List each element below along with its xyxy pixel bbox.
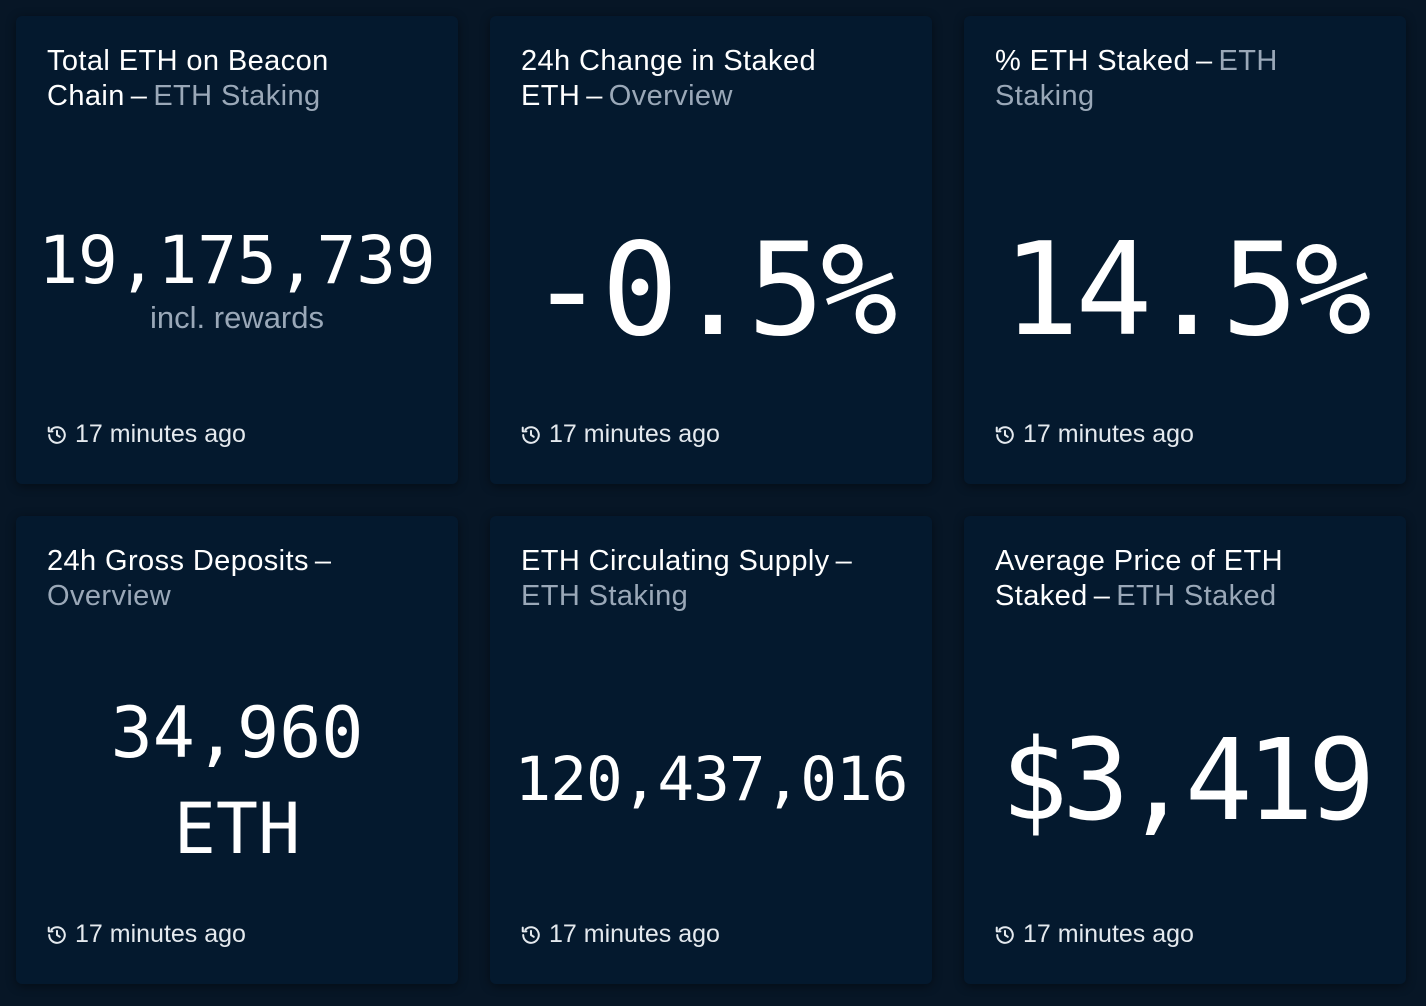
- history-icon: [521, 925, 540, 944]
- card-subtitle: ETH Staked: [1116, 580, 1277, 612]
- card-timestamp: 17 minutes ago: [520, 420, 720, 449]
- card-value: 14.5%: [1002, 216, 1371, 365]
- timestamp-text: 17 minutes ago: [75, 920, 246, 948]
- timestamp-text: 17 minutes ago: [549, 920, 720, 948]
- timestamp-text: 17 minutes ago: [1023, 920, 1194, 948]
- card-value-unit: ETH: [173, 788, 301, 870]
- card-title: ETH Circulating Supply –ETH Staking: [521, 545, 853, 612]
- history-icon: [47, 925, 66, 944]
- history-icon: [47, 425, 66, 444]
- history-icon: [995, 425, 1014, 444]
- card-24h-change-staked-eth[interactable]: 24h Change in Staked ETH – Overview -0.5% …: [490, 16, 932, 484]
- card-timestamp: 17 minutes ago: [520, 920, 720, 949]
- card-value-number: 34,960: [110, 692, 364, 774]
- timestamp-text: 17 minutes ago: [549, 420, 720, 448]
- card-subtitle: ETH Staking: [521, 580, 689, 612]
- card-eth-circulating-supply[interactable]: ETH Circulating Supply –ETH Staking 120,4…: [490, 516, 932, 984]
- card-value: 19,175,739: [38, 222, 436, 299]
- card-timestamp: 17 minutes ago: [46, 420, 246, 449]
- card-value: $3,419: [1000, 716, 1376, 846]
- card-title-text: 24h Gross Deposits: [47, 545, 309, 577]
- card-timestamp: 17 minutes ago: [46, 920, 246, 949]
- card-title: % ETH Staked – ETH Staking: [995, 45, 1278, 112]
- card-title: Average Price of ETH Staked – ETH Staked: [995, 545, 1283, 612]
- card-percent-eth-staked[interactable]: % ETH Staked – ETH Staking 14.5% 17 minute…: [964, 16, 1406, 484]
- card-timestamp: 17 minutes ago: [994, 420, 1194, 449]
- dashboard-grid: Total ETH on Beacon Chain – ETH Staking 19…: [0, 0, 1426, 1006]
- card-title: 24h Gross Deposits –Overview: [47, 545, 332, 612]
- card-subtitle: Overview: [608, 80, 733, 112]
- card-subtitle: ETH Staking: [153, 80, 321, 112]
- timestamp-text: 17 minutes ago: [75, 420, 246, 448]
- card-title-text: % ETH Staked: [995, 45, 1190, 77]
- history-icon: [995, 925, 1014, 944]
- card-24h-gross-deposits[interactable]: 24h Gross Deposits –Overview 34,960 ETH 1…: [16, 516, 458, 984]
- card-subtitle: Overview: [47, 580, 172, 612]
- card-title: 24h Change in Staked ETH – Overview: [521, 45, 816, 112]
- card-title: Total ETH on Beacon Chain – ETH Staking: [47, 45, 329, 112]
- timestamp-text: 17 minutes ago: [1023, 420, 1194, 448]
- card-value: 120,437,016: [514, 744, 909, 815]
- card-title-text: ETH Circulating Supply: [521, 545, 830, 577]
- card-average-price-eth-staked[interactable]: Average Price of ETH Staked – ETH Staked $…: [964, 516, 1406, 984]
- card-total-eth-beacon-chain[interactable]: Total ETH on Beacon Chain – ETH Staking 19…: [16, 16, 458, 484]
- card-value: -0.5%: [528, 216, 897, 365]
- history-icon: [521, 425, 540, 444]
- card-timestamp: 17 minutes ago: [994, 920, 1194, 949]
- card-value-subtext: incl. rewards: [150, 300, 324, 335]
